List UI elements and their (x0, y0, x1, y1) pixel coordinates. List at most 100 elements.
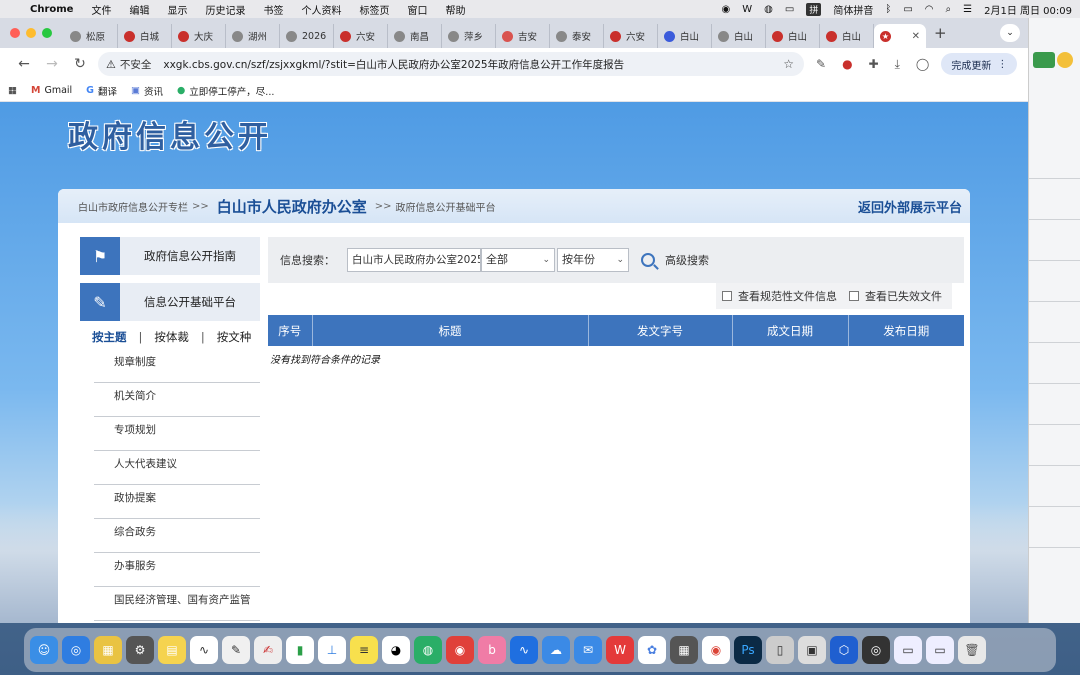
xcode-icon[interactable]: ⬡ (830, 636, 858, 664)
system-settings-icon[interactable]: ⚙ (126, 636, 154, 664)
column-header-index[interactable]: 序号 (268, 315, 313, 346)
menu-item-edit[interactable]: 编辑 (129, 2, 149, 17)
category-item[interactable]: 综合政务 (94, 519, 260, 553)
trash-icon[interactable]: 🗑 (958, 636, 986, 664)
address-bar[interactable]: ⚠ 不安全 xxgk.cbs.gov.cn/szf/zsjxxgkml/?sti… (98, 52, 804, 76)
tab-0[interactable]: 松原 (64, 24, 118, 48)
guide-button[interactable]: ⚑ 政府信息公开指南 (80, 237, 260, 275)
forward-button[interactable]: → (38, 56, 66, 72)
menu-app-name[interactable]: Chrome (30, 4, 73, 15)
baidu-netdisk-icon[interactable]: ✿ (638, 636, 666, 664)
close-tab-icon[interactable]: ✕ (912, 31, 920, 42)
column-header-publish-date[interactable]: 发布日期 (848, 315, 964, 346)
display-icon[interactable]: ▭ (785, 4, 794, 15)
menu-item-window[interactable]: 窗口 (407, 2, 427, 17)
input-method-label[interactable]: 简体拼音 (833, 2, 873, 17)
extensions-puzzle-icon[interactable]: ✚ (869, 57, 879, 71)
tab-1[interactable]: 白城 (118, 24, 172, 48)
scope-select[interactable]: 全部 ⌄ (481, 248, 555, 272)
menu-item-help[interactable]: 帮助 (445, 2, 465, 17)
apps-grid-icon[interactable]: ▦ (8, 85, 17, 96)
platform-button[interactable]: ✎ 信息公开基础平台 (80, 283, 260, 321)
close-window-button[interactable] (10, 28, 20, 38)
wifi-icon[interactable]: ◠ (925, 4, 934, 15)
menu-item-history[interactable]: 历史记录 (205, 2, 245, 17)
menu-clock[interactable]: 2月1日 周日 00:09 (984, 2, 1072, 17)
freeform-icon[interactable]: ∿ (190, 636, 218, 664)
back-button[interactable]: ← (10, 56, 38, 72)
bookmark-wechat-article[interactable]: ● 立即停工停产，尽... (177, 84, 274, 98)
safari-icon[interactable]: ◎ (62, 636, 90, 664)
qq-icon[interactable]: ◕ (382, 636, 410, 664)
search-input[interactable]: 白山市人民政府办公室2025 (347, 248, 481, 272)
search-icon[interactable] (641, 253, 655, 267)
advanced-search-link[interactable]: 高级搜索 (665, 252, 709, 268)
wechat-icon[interactable]: ◍ (414, 636, 442, 664)
cloud-drive-icon[interactable]: ☁ (542, 636, 570, 664)
not-secure-label[interactable]: 不安全 (120, 57, 152, 72)
minimized-window-icon[interactable]: ▭ (926, 636, 954, 664)
tab-13[interactable]: 白山 (766, 24, 820, 48)
not-secure-icon[interactable]: ⚠ (106, 58, 116, 71)
bookmark-translate[interactable]: G 翻译 (86, 84, 117, 98)
minimized-window-icon[interactable]: ▭ (894, 636, 922, 664)
netease-music-icon[interactable]: ◉ (446, 636, 474, 664)
menu-item-tabs[interactable]: 标签页 (359, 2, 389, 17)
minimize-window-button[interactable] (26, 28, 36, 38)
category-item[interactable]: 人大代表建议 (94, 451, 260, 485)
tab-12[interactable]: 白山 (712, 24, 766, 48)
notes-icon[interactable]: ▤ (158, 636, 186, 664)
search-icon[interactable]: ⌕ (946, 4, 952, 15)
stickies-icon[interactable]: ≡ (350, 636, 378, 664)
tab-8[interactable]: 吉安 (496, 24, 550, 48)
quicktime-icon[interactable]: ◎ (862, 636, 890, 664)
breadcrumb-tail[interactable]: 政府信息公开基础平台 (396, 199, 496, 214)
background-green-button[interactable] (1033, 52, 1055, 68)
more-menu-icon[interactable]: ⋮ (997, 59, 1007, 70)
finder-icon[interactable]: ☺ (30, 636, 58, 664)
checkbox-box[interactable] (849, 291, 859, 301)
tab-5[interactable]: 六安 (334, 24, 388, 48)
lark-icon[interactable]: ∿ (510, 636, 538, 664)
extension-pen-icon[interactable]: ✎ (816, 57, 826, 71)
battery-icon[interactable]: ▭ (903, 4, 912, 15)
invalid-docs-checkbox[interactable]: 查看已失效文件 (849, 288, 942, 304)
menu-item-view[interactable]: 显示 (167, 2, 187, 17)
wechat-icon[interactable]: ◍ (764, 4, 773, 15)
tab-search-button[interactable]: ⌄ (1000, 24, 1020, 42)
tab-2[interactable]: 大庆 (172, 24, 226, 48)
breadcrumb-current[interactable]: 白山市人民政府办公室 (217, 196, 367, 217)
bluetooth-icon[interactable]: ᛒ (885, 4, 891, 15)
bookmark-star-icon[interactable]: ☆ (783, 57, 794, 71)
category-item[interactable]: 机关简介 (94, 383, 260, 417)
normative-docs-checkbox[interactable]: 查看规范性文件信息 (722, 288, 837, 304)
record-icon[interactable]: ◉ (722, 4, 731, 15)
launchpad-icon[interactable]: ▦ (94, 636, 122, 664)
breadcrumb-root[interactable]: 白山市政府信息公开专栏 (78, 199, 188, 214)
column-header-doc-number[interactable]: 发文字号 (588, 315, 733, 346)
new-tab-button[interactable]: + (934, 24, 947, 42)
iphone-mirror-icon[interactable]: ▯ (766, 636, 794, 664)
tab-9[interactable]: 泰安 (550, 24, 604, 48)
year-select[interactable]: 按年份 ⌄ (557, 248, 629, 272)
column-header-title[interactable]: 标题 (312, 315, 589, 346)
calculator-icon[interactable]: ▦ (670, 636, 698, 664)
checkbox-box[interactable] (722, 291, 732, 301)
menu-item-profile[interactable]: 个人资料 (301, 2, 341, 17)
filter-by-genre[interactable]: 按体裁 (154, 329, 189, 345)
tab-11[interactable]: 白山 (658, 24, 712, 48)
tab-14[interactable]: 白山 (820, 24, 874, 48)
menu-item-bookmarks[interactable]: 书签 (263, 2, 283, 17)
bookmark-news[interactable]: ▣ 资讯 (131, 84, 163, 98)
textedit-icon[interactable]: ✎ (222, 636, 250, 664)
bilibili-icon[interactable]: b (478, 636, 506, 664)
tab-6[interactable]: 南昌 (388, 24, 442, 48)
chrome-icon[interactable]: ◉ (702, 636, 730, 664)
control-center-icon[interactable]: ☰ (963, 4, 972, 15)
tab-10[interactable]: 六安 (604, 24, 658, 48)
wps-icon[interactable]: W (742, 4, 752, 15)
reload-button[interactable]: ↻ (66, 56, 94, 72)
category-item[interactable]: 国民经济管理、国有资产监管 (94, 587, 260, 621)
tab-3[interactable]: 湖州 (226, 24, 280, 48)
photoshop-icon[interactable]: Ps (734, 636, 762, 664)
